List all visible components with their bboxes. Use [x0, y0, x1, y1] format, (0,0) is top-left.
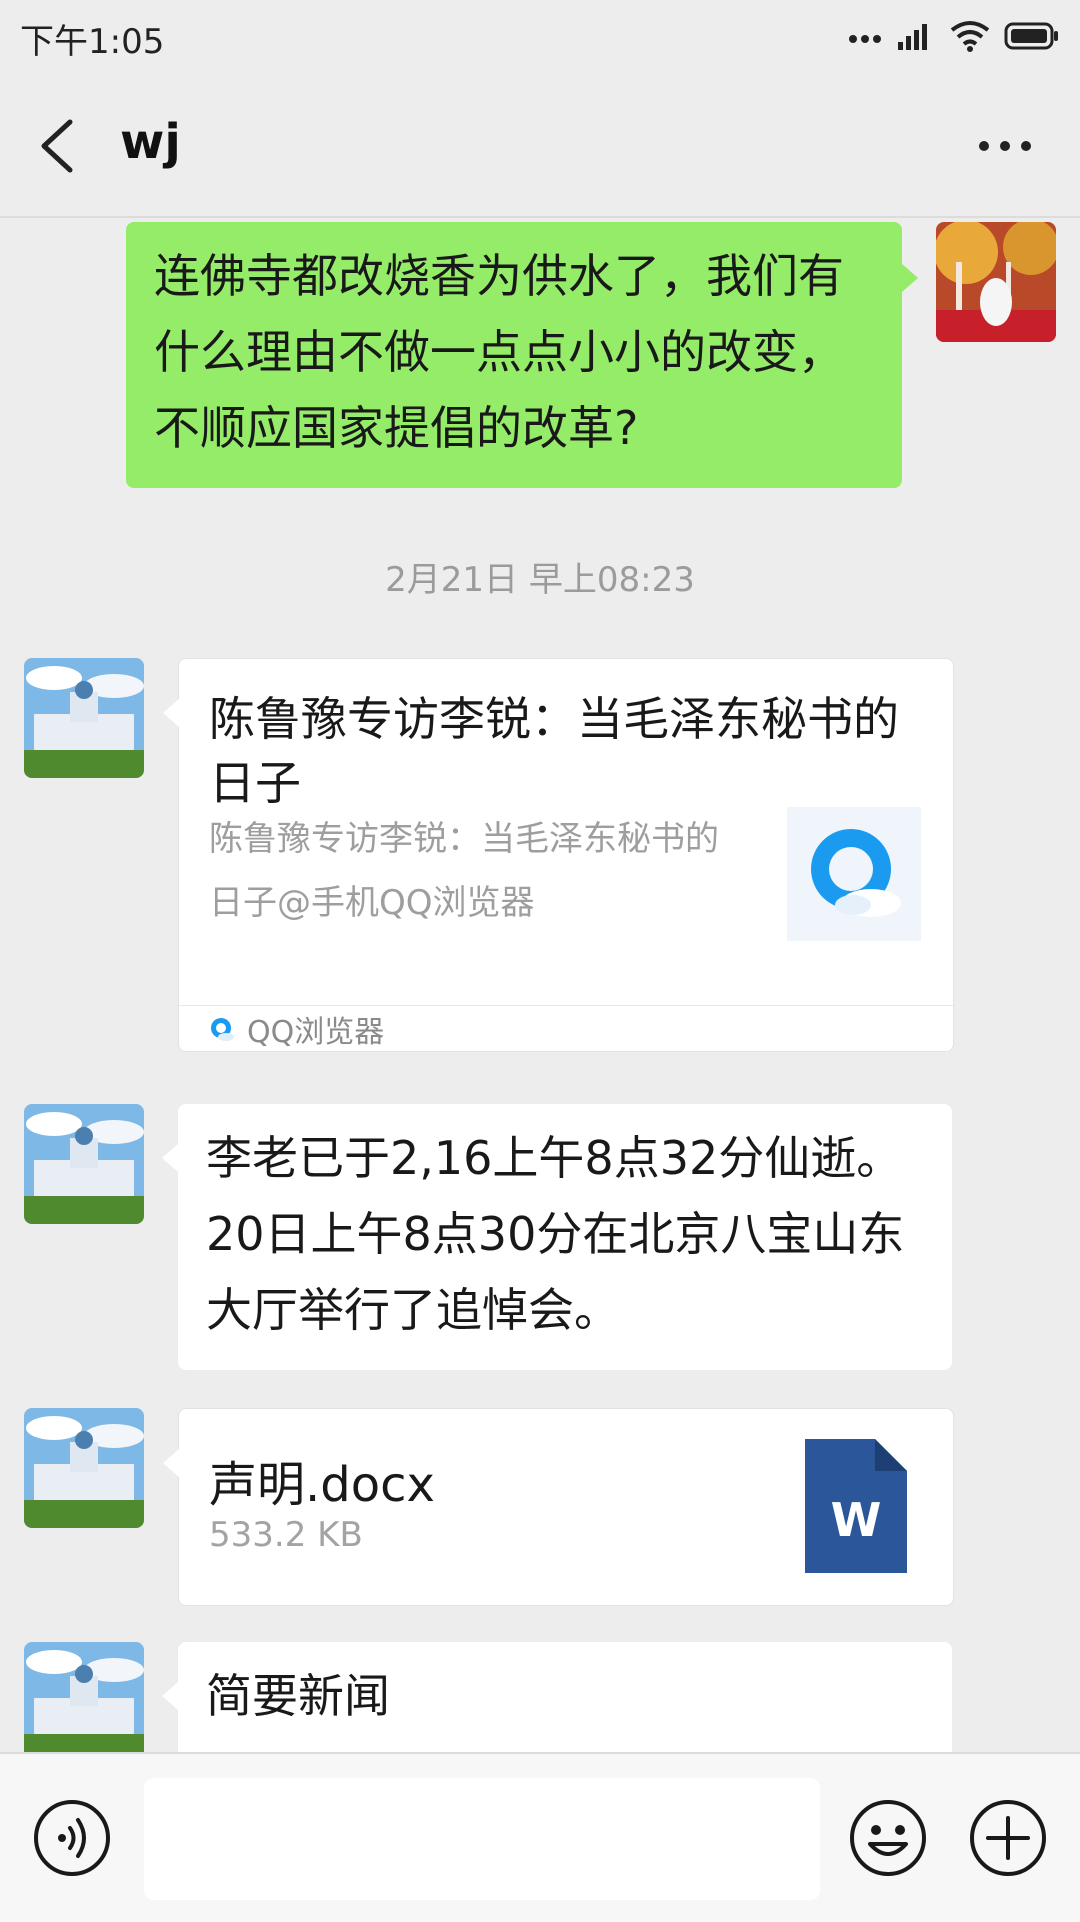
- my-avatar[interactable]: [936, 222, 1056, 342]
- input-bar: [0, 1752, 1080, 1922]
- plus-icon: [970, 1800, 1046, 1876]
- contact-avatar[interactable]: [24, 658, 144, 778]
- voice-button[interactable]: [32, 1798, 112, 1878]
- link-source-label: QQ浏览器: [247, 1014, 385, 1050]
- more-functions-button[interactable]: [968, 1798, 1048, 1878]
- contact-avatar[interactable]: [24, 1408, 144, 1528]
- signal-icon: [896, 20, 936, 56]
- contact-avatar[interactable]: [24, 1642, 144, 1752]
- link-description: 陈鲁豫专访李锐：当毛泽东秘书的日子@手机QQ浏览器: [209, 819, 719, 923]
- emoji-icon: [850, 1800, 926, 1876]
- word-document-icon: W: [805, 1439, 907, 1573]
- status-time: 下午1:05: [20, 22, 165, 62]
- chat-messages[interactable]: 连佛寺都改烧香为供水了，我们有什么理由不做一点点小小的改变，不顺应国家提倡的改革…: [0, 218, 1080, 1752]
- battery-icon: [1004, 21, 1060, 55]
- more-button[interactable]: [970, 124, 1040, 168]
- sent-message-text: 连佛寺都改烧香为供水了，我们有什么理由不做一点点小小的改变，不顺应国家提倡的改革…: [154, 249, 844, 455]
- file-size: 533.2 KB: [209, 1515, 363, 1555]
- status-icons: [848, 18, 1060, 58]
- file-message-card[interactable]: 声明.docx 533.2 KB W: [163, 1408, 954, 1606]
- contact-avatar[interactable]: [24, 1104, 144, 1224]
- title-bar: wj: [0, 74, 1080, 218]
- message-input[interactable]: [144, 1778, 820, 1900]
- status-bar: 下午1:05: [0, 0, 1080, 74]
- more-dots-icon: [848, 29, 882, 48]
- link-title: 陈鲁豫专访李锐：当毛泽东秘书的日子: [209, 692, 899, 810]
- emoji-button[interactable]: [848, 1798, 928, 1878]
- received-message-text: 李老已于2,16上午8点32分仙逝。20日上午8点30分在北京八宝山东大厅举行了…: [206, 1131, 905, 1337]
- qq-browser-thumbnail: [787, 807, 921, 941]
- received-message-bubble[interactable]: 简要新闻: [162, 1642, 952, 1752]
- link-source-footer: QQ浏览器: [179, 1005, 953, 1051]
- received-message-bubble[interactable]: 李老已于2,16上午8点32分仙逝。20日上午8点30分在北京八宝山东大厅举行了…: [162, 1104, 952, 1370]
- message-timestamp: 2月21日 早上08:23: [385, 560, 695, 600]
- wifi-icon: [950, 20, 990, 56]
- sent-message-bubble[interactable]: 连佛寺都改烧香为供水了，我们有什么理由不做一点点小小的改变，不顺应国家提倡的改革…: [126, 222, 918, 488]
- word-icon-letter: W: [830, 1493, 882, 1547]
- file-name: 声明.docx: [209, 1457, 435, 1513]
- voice-icon: [34, 1800, 110, 1876]
- link-card[interactable]: 陈鲁豫专访李锐：当毛泽东秘书的日子 陈鲁豫专访李锐：当毛泽东秘书的日子@手机QQ…: [163, 658, 954, 1052]
- back-button[interactable]: [30, 114, 90, 178]
- chat-title: wj: [120, 114, 181, 170]
- chevron-left-icon: [41, 119, 73, 173]
- received-message-text: 简要新闻: [206, 1669, 390, 1723]
- more-dots-icon: [979, 141, 1031, 151]
- qq-browser-icon: [811, 829, 901, 917]
- qq-browser-small-icon: [211, 1017, 234, 1041]
